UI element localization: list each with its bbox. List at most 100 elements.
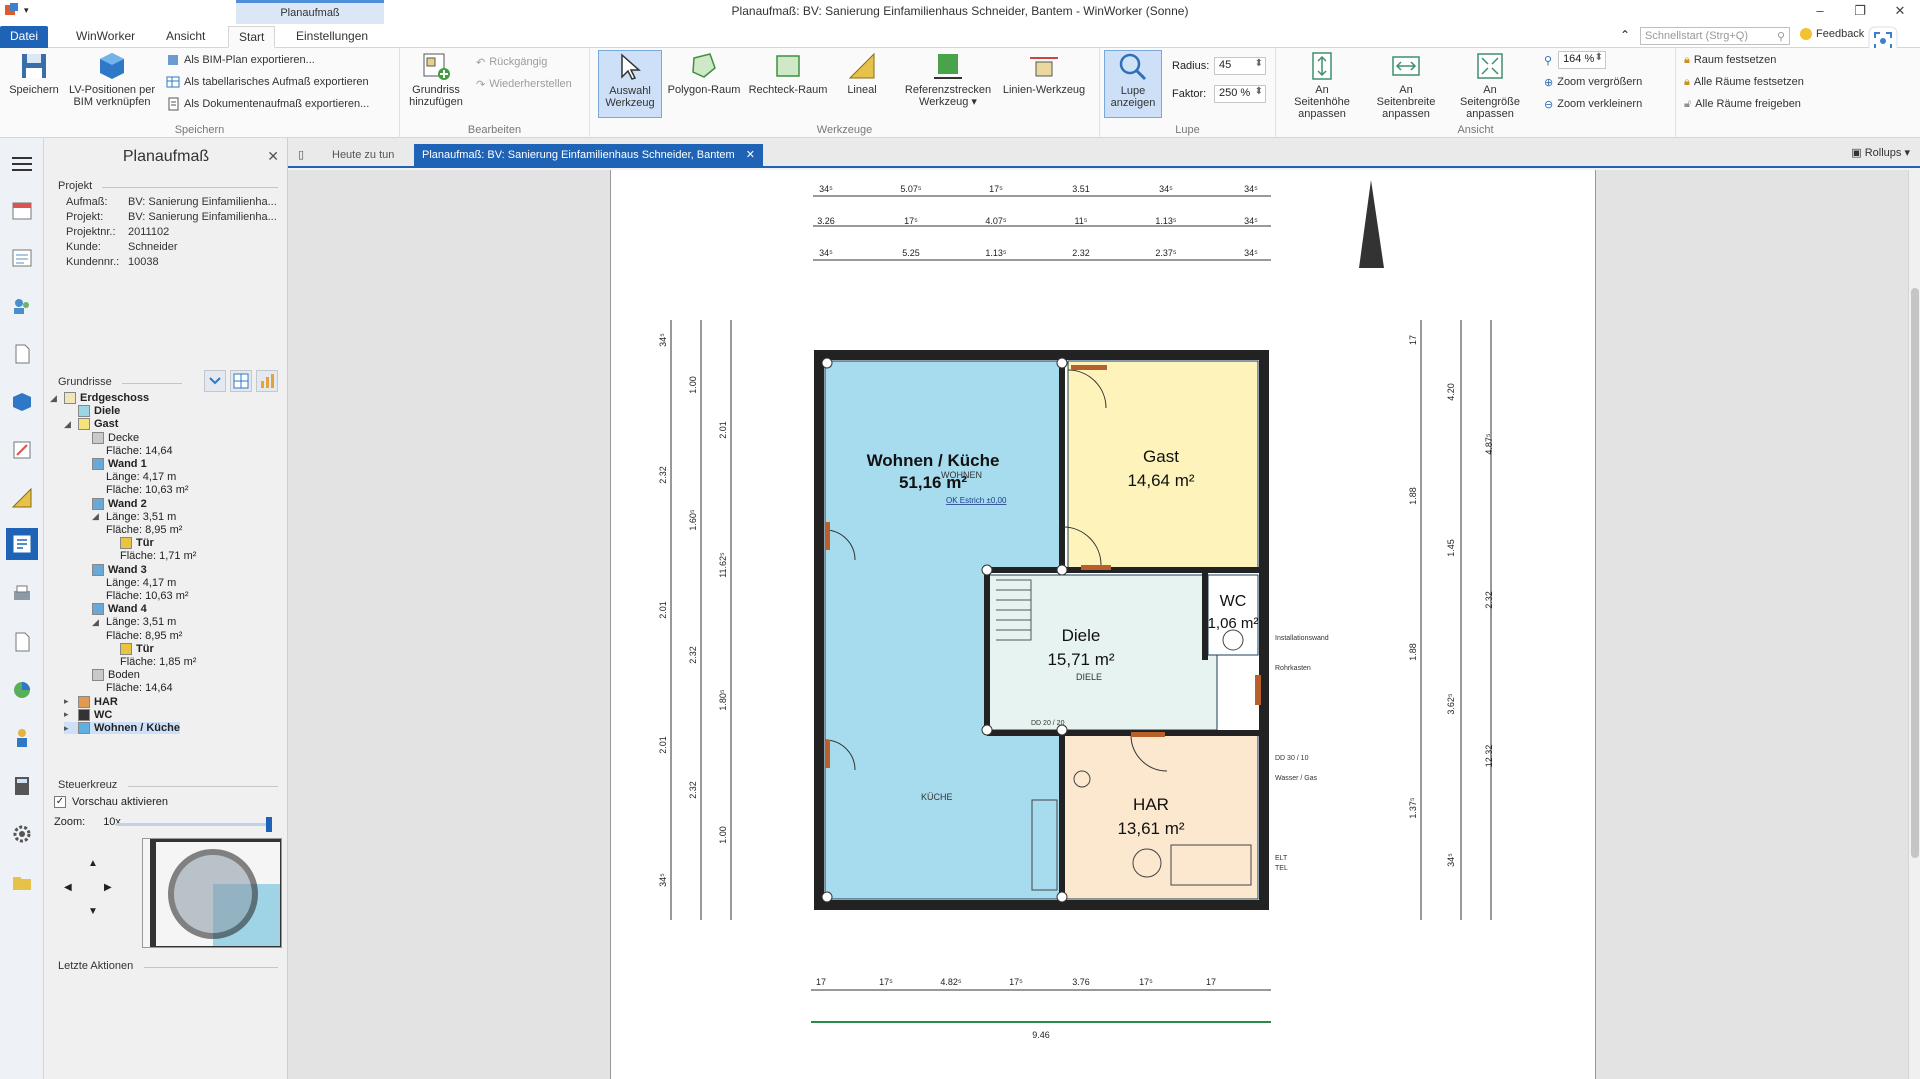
tree-item[interactable]: Fläche: 8,95 m² [92,524,182,536]
reference-tool-button[interactable]: Referenzstrecken Werkzeug ▾ [900,50,996,118]
rollups-button[interactable]: ▣ Rollups ▾ [1851,146,1910,159]
selection-tool-button[interactable]: Auswahl Werkzeug [598,50,662,118]
folder-icon[interactable] [6,866,38,898]
tree-expander-icon[interactable]: ▸ [64,723,74,734]
export-bim-button[interactable]: Als BIM-Plan exportieren... [166,50,315,70]
lv-bim-link-button[interactable]: LV-Positionen per BIM verknüpfen [66,50,158,118]
lock-room-button[interactable]: 🔒︎ Raum festsetzen [1684,50,1776,70]
tree-item[interactable]: ◢ Länge: 3,51 m [92,616,176,628]
factor-input[interactable]: 250 % [1214,85,1266,103]
tree-item[interactable]: ◢ Erdgeschoss [50,392,149,404]
tree-item[interactable]: ▸ Wohnen / Küche [64,722,180,734]
tree-expander-icon[interactable]: ▸ [64,696,74,707]
tree-item[interactable]: Tür [106,642,154,655]
calculator-icon[interactable] [6,770,38,802]
zoom-in-button[interactable]: ⊕ Zoom vergrößern [1544,72,1642,92]
lock-all-rooms-button[interactable]: 🔒︎ Alle Räume festsetzen [1684,72,1804,92]
show-magnifier-button[interactable]: Lupe anzeigen [1104,50,1162,118]
triangle-ruler-icon[interactable] [6,482,38,514]
tree-item[interactable]: Fläche: 10,63 m² [92,590,189,602]
measure-icon[interactable] [6,434,38,466]
line-tool-button[interactable]: Linien-Werkzeug [998,50,1090,118]
plan-canvas[interactable]: Wohnen / Küche 51,16 m² Gast 14,64 m² Di… [288,170,1908,1079]
page-icon[interactable] [6,626,38,658]
chart-view-button[interactable] [256,370,278,392]
tree-item[interactable]: ▸ HAR [64,695,118,708]
tab-heute-zu-tun[interactable]: Heute zu tun [324,144,402,168]
room-har[interactable] [1061,734,1259,900]
export-doc-button[interactable]: Als Dokumentenaufmaß exportieren... [166,94,369,114]
arrow-right-icon[interactable]: ▶ [104,882,112,893]
floorplan-view-button[interactable] [230,370,252,392]
arrow-left-icon[interactable]: ◀ [64,882,72,893]
tree-item[interactable]: Fläche: 14,64 [92,682,173,694]
tree-item[interactable]: Fläche: 1,71 m² [106,550,196,562]
tree-item[interactable]: Wand 3 [78,563,147,576]
tree-expander-icon[interactable]: ◢ [64,419,74,430]
tab-start[interactable]: Start [228,26,276,48]
preview-checkbox[interactable]: ✓ [54,796,66,808]
print-icon[interactable] [6,578,38,610]
tree-item[interactable]: Fläche: 14,64 [92,445,173,457]
ruler-button[interactable]: Lineal [834,50,890,118]
contacts-icon[interactable] [6,290,38,322]
zoom-slider-thumb[interactable] [266,817,272,832]
export-table-button[interactable]: Als tabellarisches Aufmaß exportieren [166,72,369,92]
tab-einstellungen[interactable]: Einstellungen [286,26,378,48]
tree-item[interactable]: Wand 1 [78,458,147,470]
person-icon[interactable] [6,722,38,754]
arrow-down-icon[interactable]: ▼ [88,906,98,917]
tree-item[interactable]: Diele [64,405,120,418]
planaufmass-icon[interactable] [6,528,38,560]
minimize-button[interactable]: – [1800,0,1840,24]
polygon-room-button[interactable]: Polygon-Raum [664,50,744,118]
restore-button[interactable]: ❐ [1840,0,1880,24]
feedback-button[interactable]: Feedback [1800,28,1864,40]
fit-height-button[interactable]: An Seitenhöhe anpassen [1286,50,1358,120]
tree-item[interactable]: ▸ WC [64,708,112,721]
quick-access-dropdown-icon[interactable]: ▾ [24,5,29,16]
zoom-input[interactable]: 164 % [1558,51,1607,69]
tree-item[interactable]: Decke [78,431,139,444]
rectangle-room-button[interactable]: Rechteck-Raum [748,50,828,118]
arrow-up-icon[interactable]: ▲ [88,858,98,869]
tree-expander-icon[interactable]: ◢ [50,393,60,404]
tree-item[interactable]: Fläche: 8,95 m² [92,630,182,642]
tab-close-icon[interactable]: ✕ [746,149,755,161]
tab-planaufmass-document[interactable]: Planaufmaß: BV: Sanierung Einfamilienhau… [414,144,763,168]
tree-expander-icon[interactable]: ◢ [92,617,102,628]
hamburger-menu-icon[interactable] [6,148,38,180]
tree-item[interactable]: Länge: 4,17 m [92,471,176,483]
fit-width-button[interactable]: An Seitenbreite anpassen [1370,50,1442,120]
tree-item[interactable]: Länge: 4,17 m [92,577,176,589]
calendar-icon[interactable] [6,194,38,226]
tree-item[interactable]: Wand 2 [78,497,147,510]
fit-size-button[interactable]: An Seitengröße anpassen [1454,50,1526,120]
tab-ansicht[interactable]: Ansicht [156,26,215,48]
zoom-slider[interactable] [116,817,272,832]
tree-item[interactable]: Tür [106,537,154,550]
chart-icon[interactable] [6,674,38,706]
tree-item[interactable]: ◢ Länge: 3,51 m [92,511,176,523]
expand-all-button[interactable] [204,370,226,392]
collapse-ribbon-icon[interactable]: ⌃ [1620,28,1630,42]
undo-button[interactable]: ↶ Rückgängig [476,52,547,72]
save-button[interactable]: Speichern [2,50,66,118]
document-icon[interactable] [6,338,38,370]
list-icon[interactable] [6,242,38,274]
radius-input[interactable]: 45 [1214,57,1266,75]
settings-icon[interactable] [6,818,38,850]
tree-item[interactable]: Wand 4 [78,603,147,616]
zoom-out-button[interactable]: ⊖ Zoom verkleinern [1544,94,1642,114]
cube-icon[interactable] [6,386,38,418]
unlock-all-rooms-button[interactable]: 🔓︎ Alle Räume freigeben [1684,94,1801,114]
tab-datei[interactable]: Datei [0,26,49,48]
preview-thumbnail[interactable] [142,838,282,948]
sidebar-toggle-icon[interactable]: ▯ [290,144,312,168]
tree-expander-icon[interactable]: ▸ [64,709,74,720]
tree-item[interactable]: ◢ Gast [64,418,118,431]
quick-search-input[interactable]: Schnellstart (Strg+Q) ⚲ [1640,27,1790,45]
tree-item[interactable]: Fläche: 1,85 m² [106,656,196,668]
tab-winworker[interactable]: WinWorker [66,26,145,48]
panel-close-icon[interactable]: ✕ [267,148,279,165]
